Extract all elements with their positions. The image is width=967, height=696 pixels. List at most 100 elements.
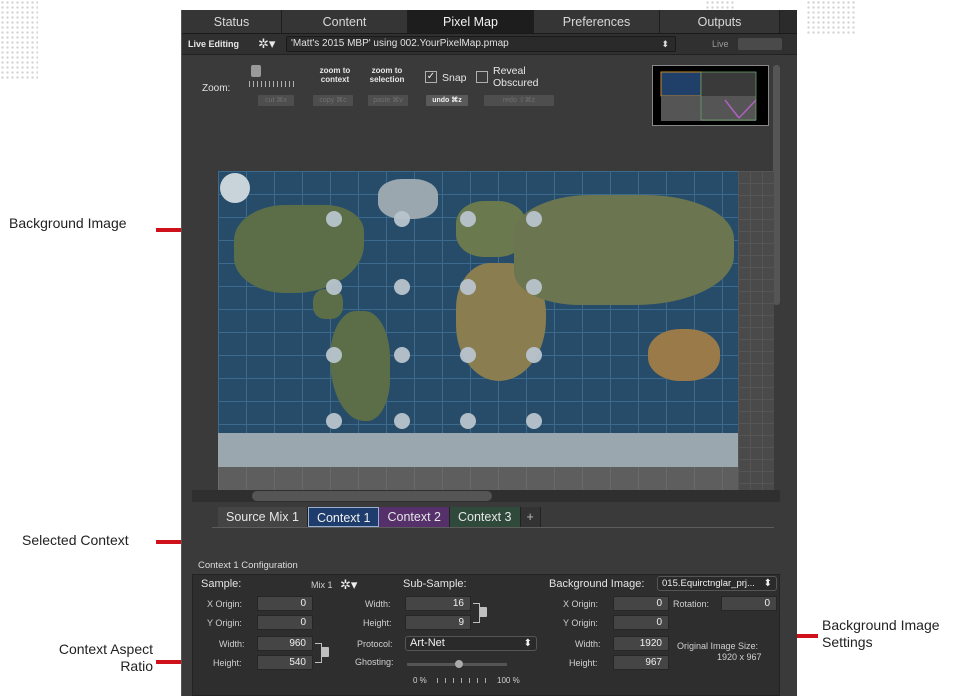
sample-value[interactable]: Mix 1 <box>311 580 333 590</box>
big-pixel-dot[interactable] <box>220 173 250 203</box>
undo-button[interactable]: undo ⌘z <box>426 95 468 106</box>
bg-image-arrows-icon: ⬍ <box>763 578 772 589</box>
bg-height-field[interactable]: 967 <box>613 655 669 670</box>
reveal-obscured-checkbox[interactable] <box>476 71 488 83</box>
height-field[interactable]: 540 <box>257 655 313 670</box>
width-field[interactable]: 960 <box>257 636 313 651</box>
context-config-panel: Sample: Mix 1 ✲▾ X Origin: 0 Y Origin: 0… <box>192 574 780 696</box>
protocol-arrows-icon: ⬍ <box>523 638 532 649</box>
gear-icon[interactable]: ✲▾ <box>258 36 275 52</box>
ghosting-max-label: 100 % <box>497 676 520 685</box>
sample-label: Sample: <box>201 578 242 590</box>
sub-width-field[interactable]: 16 <box>405 596 471 611</box>
subsample-label: Sub-Sample: <box>403 578 467 590</box>
pixel-dot[interactable] <box>394 211 410 227</box>
context-grid-right <box>738 171 774 490</box>
paste-button[interactable]: paste ⌘v <box>368 95 408 106</box>
protocol-value: Art-Net <box>410 637 445 649</box>
pixel-dot[interactable] <box>326 347 342 363</box>
decorative-dots-left <box>0 0 38 80</box>
tab-source-mix-1[interactable]: Source Mix 1 <box>218 507 308 527</box>
bg-height-label: Height: <box>569 658 598 668</box>
landmass-south-america <box>330 311 390 421</box>
pixel-dot[interactable] <box>394 279 410 295</box>
pixel-dot[interactable] <box>460 413 476 429</box>
y-origin-field[interactable]: 0 <box>257 615 313 630</box>
context-tabs-divider <box>212 527 774 528</box>
bg-y-origin-label: Y Origin: <box>563 618 598 628</box>
landmass-north-america <box>234 205 364 293</box>
navigator-preview-graphic <box>660 71 757 121</box>
pixel-dot[interactable] <box>326 413 342 429</box>
x-origin-label: X Origin: <box>207 599 243 609</box>
original-size-value: 1920 x 967 <box>717 652 762 662</box>
background-image-canvas[interactable] <box>218 171 774 467</box>
tab-status[interactable]: Status <box>182 10 282 33</box>
pixel-map-file-value: 'Matt's 2015 MBP' using 002.YourPixelMap… <box>291 38 509 49</box>
vertical-scrollbar[interactable] <box>773 65 780 305</box>
tab-preferences[interactable]: Preferences <box>534 10 660 33</box>
horizontal-scrollbar[interactable] <box>252 491 492 501</box>
redo-button[interactable]: redo ⇧⌘z <box>484 95 554 106</box>
pixel-dot[interactable] <box>460 211 476 227</box>
tab-pixel-map[interactable]: Pixel Map <box>408 10 534 33</box>
zoom-to-selection-button[interactable]: zoom to selection <box>366 66 408 84</box>
annotation-bg-settings: Background Image Settings <box>822 617 940 651</box>
tab-context-3[interactable]: Context 3 <box>449 507 521 527</box>
pixel-dot[interactable] <box>526 279 542 295</box>
annotation-bg-settings-line2: Settings <box>822 634 873 650</box>
zoom-label: Zoom: <box>202 83 231 94</box>
tab-context-2[interactable]: Context 2 <box>379 507 450 527</box>
bg-x-origin-field[interactable]: 0 <box>613 596 669 611</box>
pixel-dot[interactable] <box>394 347 410 363</box>
cut-button[interactable]: cut ⌘x <box>258 95 294 106</box>
annotation-selected-context: Selected Context <box>22 532 129 548</box>
snap-checkbox[interactable]: ✓ <box>425 71 437 83</box>
bg-y-origin-field[interactable]: 0 <box>613 615 669 630</box>
tab-content[interactable]: Content <box>282 10 408 33</box>
pixel-dot[interactable] <box>526 211 542 227</box>
copy-button[interactable]: copy ⌘c <box>313 95 353 106</box>
aspect-lock-icon[interactable] <box>321 647 329 657</box>
zoom-to-context-button[interactable]: zoom to context <box>314 66 356 84</box>
annotation-context-aspect-ratio-line2: Ratio <box>120 658 153 674</box>
navigator-preview[interactable] <box>652 65 769 126</box>
pixel-dot[interactable] <box>394 413 410 429</box>
pixel-dot[interactable] <box>460 347 476 363</box>
ghosting-knob[interactable] <box>455 660 463 668</box>
decorative-dots-right <box>806 0 856 36</box>
annotation-context-aspect-ratio-line1: Context Aspect <box>58 641 153 657</box>
live-label: Live <box>712 39 729 49</box>
ghosting-label: Ghosting: <box>355 657 394 667</box>
bg-image-select[interactable]: 015.Equirctnglar_prj... ⬍ <box>657 576 777 591</box>
pixel-dot[interactable] <box>526 347 542 363</box>
protocol-label: Protocol: <box>357 639 393 649</box>
sub-height-label: Height: <box>363 618 392 628</box>
zoom-slider-knob[interactable] <box>251 65 261 77</box>
bg-width-field[interactable]: 1920 <box>613 636 669 651</box>
annotation-background-image: Background Image <box>9 215 127 231</box>
zoom-slider-ticks <box>249 81 295 87</box>
bg-image-label: Background Image: <box>549 578 645 590</box>
rotation-field[interactable]: 0 <box>721 596 777 611</box>
screenshot-root: Background Image Selected Context Contex… <box>0 0 967 696</box>
add-context-button[interactable]: + <box>520 507 541 527</box>
bg-image-value: 015.Equirctnglar_prj... <box>662 578 755 589</box>
pixel-dot[interactable] <box>326 211 342 227</box>
ghosting-min-label: 0 % <box>413 676 427 685</box>
protocol-select[interactable]: Art-Net ⬍ <box>405 636 537 651</box>
pixel-map-file-select[interactable]: 'Matt's 2015 MBP' using 002.YourPixelMap… <box>286 36 676 52</box>
pixel-dot[interactable] <box>460 279 476 295</box>
tab-context-1[interactable]: Context 1 <box>307 507 380 527</box>
context-tabs: Source Mix 1 Context 1 Context 2 Context… <box>218 507 541 527</box>
x-origin-field[interactable]: 0 <box>257 596 313 611</box>
pixel-dot[interactable] <box>326 279 342 295</box>
sub-height-field[interactable]: 9 <box>405 615 471 630</box>
tab-outputs[interactable]: Outputs <box>660 10 780 33</box>
live-toggle[interactable] <box>738 38 782 50</box>
bg-x-origin-label: X Origin: <box>563 599 599 609</box>
subsample-lock-icon[interactable] <box>479 607 487 617</box>
pixel-dot[interactable] <box>526 413 542 429</box>
sample-gear-icon[interactable]: ✲▾ <box>340 577 357 593</box>
ghosting-ticks <box>437 678 493 683</box>
